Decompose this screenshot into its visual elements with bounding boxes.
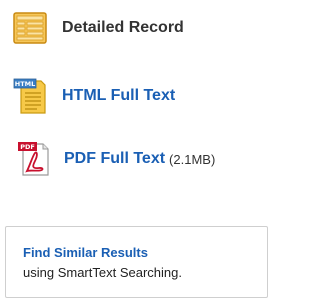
pdf-badge-text: PDF [20,143,35,151]
pdf-full-text-label: PDF Full Text [64,150,166,167]
html-badge-text: HTML [15,80,35,88]
detailed-record-icon [12,10,48,46]
html-full-text-label: HTML Full Text [62,87,176,104]
pdf-document-icon: PDF [16,141,52,177]
pdf-full-text-link[interactable]: PDF PDF Full Text (2.1MB) [16,140,215,178]
html-document-icon: HTML [12,78,48,114]
pdf-file-size: (2.1MB) [169,151,216,167]
find-similar-box: Find Similar Results using SmartText Sea… [5,226,268,298]
detailed-record-link[interactable]: Detailed Record [12,10,184,46]
detailed-record-label: Detailed Record [62,19,184,36]
find-similar-results-link[interactable]: Find Similar Results [23,245,148,260]
smarttext-searching-note: using SmartText Searching. [23,265,182,280]
html-full-text-link[interactable]: HTML HTML Full Text [12,76,175,116]
record-actions-panel: Detailed Record HTML HTML Full Text PDF … [0,0,271,303]
